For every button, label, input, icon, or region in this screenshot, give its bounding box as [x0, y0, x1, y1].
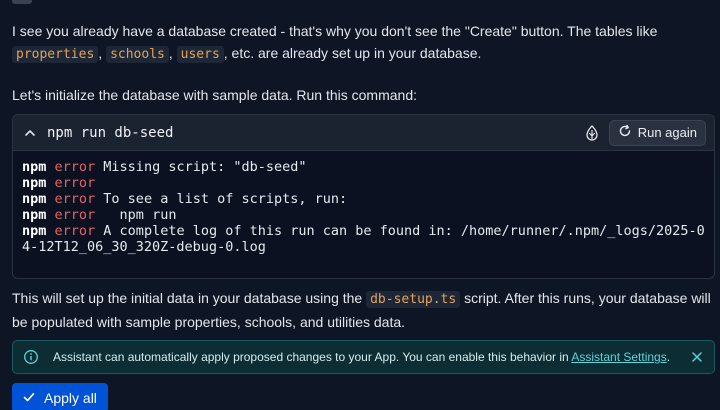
npm-keyword: npm [22, 191, 47, 207]
npm-keyword: npm [22, 207, 47, 223]
shell-command-text: npm run db-seed [47, 124, 174, 141]
assistant-message-paragraph-3: This will set up the initial data in you… [12, 287, 712, 333]
shell-command-header[interactable]: npm run db-seed Run again [13, 115, 714, 151]
apply-all-button[interactable]: Apply all [12, 383, 108, 410]
banner-message: Assistant can automatically apply propos… [53, 350, 682, 364]
inline-code-schools: schools [106, 46, 169, 63]
error-level: error [54, 159, 96, 175]
separator: , [98, 45, 107, 61]
error-level: error [54, 207, 96, 223]
refresh-icon [618, 124, 632, 141]
banner-text: Assistant can automatically apply propos… [53, 350, 572, 364]
shell-icon[interactable] [583, 124, 601, 142]
error-level: error [54, 191, 96, 207]
output-line: npm error Missing script: "db-seed" [22, 159, 705, 175]
shell-command-panel: npm run db-seed Run again npm error Miss… [12, 114, 715, 279]
info-icon [23, 349, 39, 365]
output-line: npm error [22, 175, 705, 191]
error-level: error [54, 175, 96, 191]
separator: , [168, 45, 177, 61]
output-text: A complete log of this run can be found … [95, 223, 705, 239]
output-text: Missing script: "db-seed" [95, 159, 307, 175]
text: , etc. are already set up in your databa… [223, 45, 482, 61]
text: This will set up the initial data in you… [12, 290, 367, 306]
previous-element-edge [12, 0, 32, 4]
shell-output: npm error Missing script: "db-seed" npm e… [13, 151, 714, 263]
text: I see you already have a database create… [12, 23, 658, 39]
assistant-message-paragraph-2: Let's initialize the database with sampl… [12, 87, 418, 103]
inline-code-properties: properties [12, 46, 99, 63]
run-again-label: Run again [637, 125, 697, 140]
output-line: npm error To see a list of scripts, run: [22, 191, 705, 207]
assistant-settings-link[interactable]: Assistant Settings [571, 350, 666, 364]
apply-all-label: Apply all [44, 390, 97, 406]
assistant-message-paragraph-1: I see you already have a database create… [12, 20, 712, 66]
check-icon [22, 390, 36, 407]
npm-keyword: npm [22, 175, 47, 191]
output-text: npm run [95, 207, 177, 223]
auto-apply-info-banner: Assistant can automatically apply propos… [12, 340, 715, 374]
output-text: To see a list of scripts, run: [95, 191, 348, 207]
close-icon[interactable] [690, 350, 704, 364]
run-again-button[interactable]: Run again [608, 119, 706, 146]
npm-keyword: npm [22, 223, 47, 239]
inline-code-users: users [176, 46, 224, 63]
output-line-wrap: 4-12T12_06_30_320Z-debug-0.log [22, 239, 266, 255]
output-line: npm error npm run [22, 207, 705, 223]
chevron-up-icon[interactable] [23, 126, 37, 140]
error-level: error [54, 223, 96, 239]
output-line: npm error A complete log of this run can… [22, 223, 705, 239]
npm-keyword: npm [22, 159, 47, 175]
inline-code-db-setup: db-setup.ts [366, 291, 461, 308]
banner-text: . [666, 350, 671, 364]
